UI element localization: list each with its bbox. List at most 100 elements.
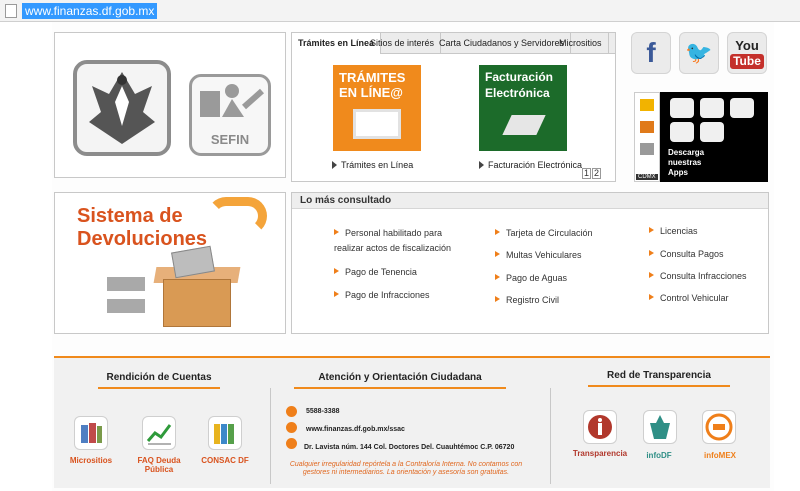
consultado-link-tarjeta-circulacion[interactable]: Tarjeta de Circulación: [495, 226, 593, 241]
orange-arrow-icon: [334, 291, 339, 297]
tab-micrositios[interactable]: Micrositios: [553, 33, 609, 54]
rendicion-cuentas-title: Rendición de Cuentas: [98, 372, 220, 389]
faq-deuda-publica-label[interactable]: FAQ Deuda Pública: [132, 456, 186, 474]
sefin-logo[interactable]: SEFIN: [189, 74, 271, 156]
consultado-link-personal-habilitado[interactable]: Personal habilitado para realizar actos …: [334, 226, 474, 256]
link-label: Consulta Pagos: [660, 249, 724, 259]
tab-carta-ciudadanos[interactable]: Carta Ciudadanos y Servidores: [433, 33, 572, 54]
binders-icon: [214, 424, 234, 444]
transparencia-label[interactable]: Transparencia: [568, 449, 632, 458]
footer-divider: [550, 388, 551, 484]
consultado-link-pago-infracciones[interactable]: Pago de Infracciones: [334, 288, 430, 303]
infomex-icon[interactable]: [702, 410, 736, 444]
pager-page-1[interactable]: 1: [582, 168, 591, 179]
app-icon: [670, 122, 694, 142]
consultado-link-pago-tenencia[interactable]: Pago de Tenencia: [334, 265, 417, 280]
footer-divider: [270, 388, 271, 484]
infodf-icon[interactable]: [643, 410, 677, 444]
tab-bar: Trámites en Línea Sitios de interés Cart…: [292, 33, 615, 54]
triangle-right-icon: [479, 161, 484, 169]
orange-arrow-icon: [649, 227, 654, 233]
link-label: Pago de Tenencia: [345, 267, 417, 277]
left-arrow-icon: [107, 277, 145, 291]
location-pin-icon: [286, 438, 297, 449]
consultado-link-consulta-pagos[interactable]: Consulta Pagos: [649, 247, 724, 262]
infomex-label[interactable]: infoMEX: [692, 451, 748, 460]
facebook-button[interactable]: f: [631, 32, 671, 74]
url-text[interactable]: www.finanzas.df.gob.mx: [22, 3, 158, 19]
tramites-banner-text: TRÁMITES EN LÍNE@: [339, 70, 406, 100]
transparencia-icon[interactable]: [583, 410, 617, 444]
triangle-right-icon: [332, 161, 337, 169]
paper-bird-icon: [502, 115, 546, 135]
app-icon: [670, 98, 694, 118]
twitter-button[interactable]: 🐦: [679, 32, 719, 74]
link-label: Pago de Aguas: [506, 273, 568, 283]
consultado-link-control-vehicular[interactable]: Control Vehicular: [649, 291, 729, 306]
consultado-link-licencias[interactable]: Licencias: [649, 224, 698, 239]
cdmx-emblem-logo[interactable]: [73, 60, 171, 156]
mas-consultado-title: Lo más consultado: [292, 193, 768, 209]
orange-arrow-icon: [649, 272, 654, 278]
tramites-en-linea-banner[interactable]: TRÁMITES EN LÍNE@: [333, 65, 421, 151]
app-icon: [700, 98, 724, 118]
angel-map-icon: [650, 415, 670, 439]
orange-arrow-icon: [495, 296, 500, 302]
tramites-en-linea-link[interactable]: Trámites en Línea: [332, 160, 413, 170]
apps-side-strip: [634, 92, 660, 182]
youtube-tube-text: Tube: [730, 54, 764, 69]
orange-arrow-icon: [649, 250, 654, 256]
orange-arrow-icon: [334, 268, 339, 274]
ssac-website-link[interactable]: www.finanzas.df.gob.mx/ssac: [306, 426, 405, 433]
services-tabs-panel: Trámites en Línea Sitios de interés Cart…: [291, 32, 616, 182]
app-logo-icon: [640, 99, 654, 111]
red-transparencia-title: Red de Transparencia: [588, 370, 730, 387]
facturacion-banner-text: Facturación Electrónica: [485, 70, 554, 100]
youtube-button[interactable]: You Tube: [727, 32, 767, 74]
address-bar[interactable]: www.finanzas.df.gob.mx: [0, 0, 800, 22]
devoluciones-title: Sistema de Devoluciones: [77, 205, 208, 250]
chart-growth-icon: [146, 424, 172, 445]
link-label: Consulta Infracciones: [660, 271, 747, 281]
apps-banner-text: Descarga nuestras Apps: [668, 148, 705, 177]
at-sign-icon: [286, 422, 297, 433]
youtube-you-text: You: [735, 38, 759, 53]
orange-arrow-icon: [334, 229, 339, 235]
facturacion-electronica-banner[interactable]: Facturación Electrónica: [479, 65, 567, 151]
orange-arrow-icon: [495, 274, 500, 280]
pager: 12: [581, 168, 601, 179]
atencion-ciudadana-title: Atención y Orientación Ciudadana: [294, 372, 506, 389]
page-icon: [5, 4, 17, 18]
pager-page-2[interactable]: 2: [592, 168, 601, 179]
facebook-icon: f: [646, 37, 656, 68]
return-arrow-icon: [207, 197, 267, 235]
books-icon: [81, 423, 102, 443]
micrositios-icon[interactable]: [74, 416, 108, 450]
micrositios-label[interactable]: Micrositios: [64, 456, 118, 465]
tramites-link-label: Trámites en Línea: [341, 160, 414, 170]
phone-icon: [286, 406, 297, 417]
consultado-link-multas-vehiculares[interactable]: Multas Vehiculares: [495, 248, 582, 263]
link-label: Personal habilitado para realizar actos …: [334, 228, 452, 253]
infodf-label[interactable]: infoDF: [632, 451, 686, 460]
facturacion-electronica-link[interactable]: Facturación Electrónica: [479, 160, 582, 170]
apps-banner[interactable]: Descarga nuestras Apps CDMX: [634, 92, 768, 182]
link-label: Tarjeta de Circulación: [506, 228, 593, 238]
sistema-devoluciones-banner[interactable]: Sistema de Devoluciones: [54, 192, 286, 334]
consac-df-icon[interactable]: [208, 416, 242, 450]
right-arrow-icon: [107, 299, 145, 313]
app-logo-icon: [640, 143, 654, 155]
consultado-link-pago-aguas[interactable]: Pago de Aguas: [495, 271, 567, 286]
consac-df-label[interactable]: CONSAC DF: [198, 456, 252, 465]
angel-emblem-icon: [89, 72, 155, 144]
orange-arrow-icon: [495, 229, 500, 235]
consultado-link-registro-civil[interactable]: Registro Civil: [495, 293, 559, 308]
mas-consultado-panel: Lo más consultado Personal habilitado pa…: [291, 192, 769, 334]
tab-sitios-de-interes[interactable]: Sitios de interés: [364, 33, 442, 54]
app-icon: [730, 98, 754, 118]
consultado-link-consulta-infracciones[interactable]: Consulta Infracciones: [649, 269, 747, 284]
sefin-figures-icon: [200, 84, 264, 117]
faq-deuda-publica-icon[interactable]: [142, 416, 176, 450]
contraloria-notice: Cualquier irregularidad repórtela a la C…: [289, 461, 523, 476]
footer: Rendición de Cuentas Atención y Orientac…: [54, 356, 770, 488]
